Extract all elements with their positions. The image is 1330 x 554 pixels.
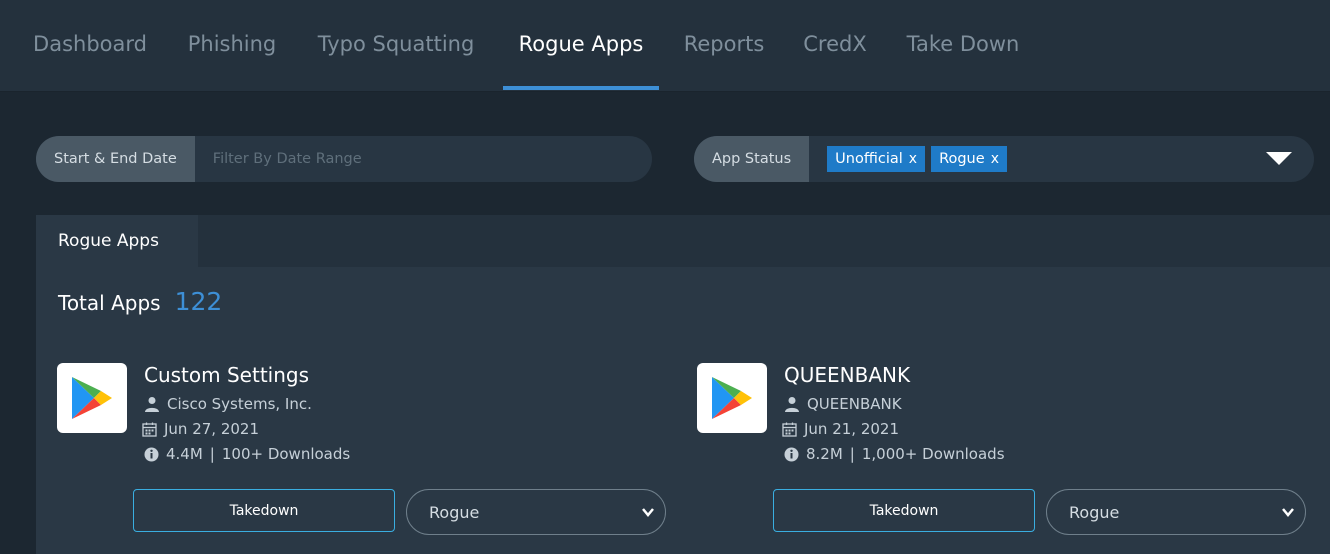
tab-typo-squatting[interactable]: Typo Squatting	[302, 0, 490, 92]
status-chips: Unofficial x Rogue x	[809, 136, 1314, 182]
total-apps: Total Apps 122	[58, 287, 222, 316]
date-range-label: Start & End Date	[36, 136, 195, 182]
takedown-button[interactable]: Takedown	[773, 489, 1035, 532]
app-stats: 8.2M | 1,000+ Downloads	[784, 445, 1005, 463]
app-card: Custom Settings Cisco Systems, Inc. Jun …	[57, 363, 677, 543]
app-card: QUEENBANK QUEENBANK Jun 21, 2021 8.2M | …	[697, 363, 1317, 543]
app-stats: 4.4M | 100+ Downloads	[144, 445, 350, 463]
app-developer: Cisco Systems, Inc.	[144, 395, 312, 413]
app-date: Jun 21, 2021	[782, 420, 899, 438]
google-play-icon	[697, 363, 767, 433]
chip-unofficial-label: Unofficial	[835, 151, 903, 167]
chip-rogue-label: Rogue	[939, 151, 985, 167]
google-play-icon	[57, 363, 127, 433]
app-date: Jun 27, 2021	[142, 420, 259, 438]
app-status-filter[interactable]: App Status Unofficial x Rogue x	[694, 136, 1314, 182]
tab-reports[interactable]: Reports	[670, 0, 778, 92]
tab-rogue-apps[interactable]: Rogue Apps	[503, 0, 659, 92]
tab-phishing[interactable]: Phishing	[172, 0, 292, 92]
calendar-icon	[142, 422, 157, 437]
chevron-down-icon	[1282, 508, 1294, 517]
tab-take-down[interactable]: Take Down	[890, 0, 1036, 92]
app-status-label: App Status	[694, 136, 810, 182]
date-range-input[interactable]	[194, 136, 652, 182]
rogue-apps-panel: Rogue Apps Total Apps 122 Custom Setting…	[36, 215, 1330, 554]
chip-unofficial-remove-icon[interactable]: x	[909, 151, 917, 167]
tab-dashboard[interactable]: Dashboard	[14, 0, 166, 92]
calendar-icon	[782, 422, 797, 437]
info-icon	[144, 447, 159, 461]
date-range-filter: Start & End Date	[36, 136, 652, 182]
chip-rogue-remove-icon[interactable]: x	[991, 151, 999, 167]
status-select[interactable]: Rogue	[1046, 489, 1306, 535]
status-select-value: Rogue	[429, 502, 480, 522]
chevron-down-icon	[642, 508, 654, 517]
app-name: Custom Settings	[144, 363, 310, 387]
user-icon	[785, 397, 799, 412]
panel-tab-rogue-apps[interactable]: Rogue Apps	[36, 215, 198, 267]
dropdown-caret-icon[interactable]	[1266, 152, 1292, 165]
total-apps-label: Total Apps	[58, 291, 161, 315]
app-developer: QUEENBANK	[784, 395, 902, 413]
status-select-value: Rogue	[1069, 502, 1120, 522]
chip-unofficial: Unofficial x	[827, 146, 926, 172]
user-icon	[145, 397, 159, 412]
info-icon	[784, 447, 799, 461]
top-nav: Dashboard Phishing Typo Squatting Rogue …	[0, 0, 1330, 92]
total-apps-count: 122	[174, 287, 223, 316]
app-name: QUEENBANK	[784, 363, 911, 387]
panel-tabbar: Rogue Apps	[36, 215, 1330, 267]
takedown-button[interactable]: Takedown	[133, 489, 395, 532]
tab-credx[interactable]: CredX	[790, 0, 880, 92]
chip-rogue: Rogue x	[931, 146, 1007, 172]
status-select[interactable]: Rogue	[406, 489, 666, 535]
